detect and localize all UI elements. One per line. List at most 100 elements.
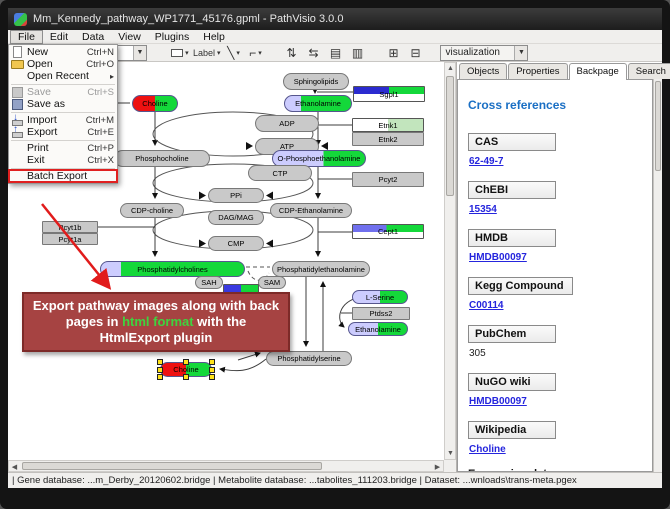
pathway-node-sphingolipids[interactable]: Sphingolipids <box>283 73 349 90</box>
pathway-node-etnk1[interactable]: Etnk1 <box>352 118 424 132</box>
pathway-node-ethanolamine[interactable]: Ethanolamine <box>348 322 408 336</box>
scroll-down-icon[interactable]: ▼ <box>445 448 456 459</box>
scroll-up-icon[interactable]: ▲ <box>445 63 456 74</box>
xref-value-nugo-wiki[interactable]: HMDB00097 <box>469 396 527 407</box>
menu-item-label: Print <box>27 142 87 154</box>
selection-handle[interactable] <box>157 367 163 373</box>
pathway-node-ppi[interactable]: PPi <box>208 188 264 203</box>
label-tool-button[interactable]: Label▾ <box>193 45 221 61</box>
sidebar-vertical-scrollbar[interactable] <box>653 79 662 472</box>
pathway-node-ctp[interactable]: CTP <box>248 165 312 181</box>
pathway-node-cdp-choline[interactable]: CDP-choline <box>120 203 184 218</box>
canvas-hscroll-thumb[interactable] <box>22 462 322 470</box>
menubar-item-edit[interactable]: Edit <box>43 30 75 44</box>
menubar-item-file[interactable]: File <box>10 30 43 44</box>
xref-value-kegg-compound[interactable]: C00114 <box>469 300 503 311</box>
pathway-node-ptdss2[interactable]: Ptdss2 <box>352 307 410 320</box>
sidebar-vscroll-thumb[interactable] <box>655 81 661 171</box>
common-height-button[interactable]: ⊟ <box>406 45 424 61</box>
selection-handle[interactable] <box>157 359 163 365</box>
selection-handle[interactable] <box>183 374 189 380</box>
pathway-node-choline[interactable]: Choline <box>132 95 178 112</box>
visualization-dropdown-arrow-icon[interactable]: ▼ <box>514 46 527 60</box>
menu-item-label: Open <box>27 58 86 70</box>
selection-handle[interactable] <box>209 359 215 365</box>
file-menu-item-open-recent[interactable]: Open Recent▸ <box>9 70 117 82</box>
pathway-node-phosphatidylcholines[interactable]: Phosphatidylcholines <box>100 261 245 277</box>
file-menu-item-exit[interactable]: ExitCtrl+X <box>9 154 117 166</box>
pathway-node-etnk2[interactable]: Etnk2 <box>352 132 424 146</box>
pathway-node-pcyt1a[interactable]: Pcyt1a <box>42 233 98 245</box>
pathway-node-phosphocholine[interactable]: Phosphocholine <box>114 150 210 167</box>
stack-rows-button[interactable]: ▤ <box>326 45 344 61</box>
pathway-node-cdp-ethanolamine[interactable]: CDP-Ethanolamine <box>270 203 352 218</box>
menubar-item-help[interactable]: Help <box>196 30 232 44</box>
visualization-combobox[interactable]: visualization ▼ <box>440 45 528 61</box>
selection-handle[interactable] <box>209 367 215 373</box>
pathway-node-sam[interactable]: SAM <box>258 276 286 289</box>
pathway-node-cmp[interactable]: CMP <box>208 236 264 251</box>
tab-search[interactable]: Search <box>628 63 670 79</box>
align-horizontal-center-button[interactable]: ⇆ <box>304 45 322 61</box>
pathway-node-sah[interactable]: SAH <box>195 276 223 289</box>
menu-item-label: Save <box>27 86 87 98</box>
menubar-item-plugins[interactable]: Plugins <box>148 30 196 44</box>
common-size-button[interactable]: ⊞ <box>384 45 402 61</box>
scroll-left-icon[interactable]: ◀ <box>9 461 20 472</box>
zoom-dropdown-arrow-icon[interactable]: ▼ <box>133 46 146 60</box>
xref-value-chebi[interactable]: 15354 <box>469 204 497 215</box>
pathway-node-pcyt2[interactable]: Pcyt2 <box>352 172 424 187</box>
menubar-item-data[interactable]: Data <box>75 30 111 44</box>
selection-handle[interactable] <box>209 374 215 380</box>
pathway-node-dag-mag[interactable]: DAG/MAG <box>208 210 264 225</box>
menu-item-shortcut: Ctrl+N <box>87 47 114 58</box>
connector-tool-button[interactable]: ⌐▾ <box>246 45 264 61</box>
stack-columns-button[interactable]: ▥ <box>348 45 366 61</box>
selection-handle[interactable] <box>157 374 163 380</box>
file-menu-item-batch-export[interactable]: Batch Export <box>9 170 117 182</box>
xref-value-wikipedia[interactable]: Choline <box>469 444 506 455</box>
scroll-right-icon[interactable]: ▶ <box>432 461 443 472</box>
size-width-icon: ⊞ <box>388 47 398 59</box>
menu-item-label: Save as <box>27 98 114 110</box>
new-document-icon <box>9 46 24 58</box>
line-icon: ╲ <box>227 47 234 59</box>
visualization-value: visualization <box>445 47 499 58</box>
xref-value-hmdb[interactable]: HMDB00097 <box>469 252 527 263</box>
xref-value-cas[interactable]: 62-49-7 <box>469 156 503 167</box>
menu-item-label: Open Recent <box>27 70 110 82</box>
canvas-vertical-scrollbar[interactable]: ▲ ▼ <box>444 62 456 460</box>
file-menu-item-print[interactable]: PrintCtrl+P <box>9 142 117 154</box>
align-vertical-center-button[interactable]: ⇅ <box>282 45 300 61</box>
backpage-panel: Cross references CAS62-49-7ChEBI15354HMD… <box>457 79 653 472</box>
menu-item-icon-blank <box>9 70 24 82</box>
pathway-node-phosphatidylserine[interactable]: Phosphatidylserine <box>266 351 352 366</box>
file-menu-item-export[interactable]: ExportCtrl+E <box>9 126 117 138</box>
pathway-node-sgpl1[interactable]: Sgpl1 <box>353 86 425 102</box>
file-menu-item-save-as[interactable]: Save as <box>9 98 117 110</box>
menubar-item-view[interactable]: View <box>111 30 148 44</box>
pathvisio-window: Mm_Kennedy_pathway_WP1771_45176.gpml - P… <box>0 0 670 509</box>
line-tool-button[interactable]: ╲▾ <box>224 45 242 61</box>
file-menu-item-open[interactable]: OpenCtrl+O <box>9 58 117 70</box>
pathway-node-adp[interactable]: ADP <box>255 115 319 132</box>
tab-properties[interactable]: Properties <box>508 63 567 79</box>
xref-source-kegg-compound: Kegg Compound <box>468 277 573 295</box>
cross-reference-list: CAS62-49-7ChEBI15354HMDBHMDB00097Kegg Co… <box>468 132 652 455</box>
file-menu-item-new[interactable]: NewCtrl+N <box>9 46 117 58</box>
pathway-node-pcyt1b[interactable]: Pcyt1b <box>42 221 98 233</box>
pathway-node-cept1[interactable]: Cept1 <box>352 224 424 239</box>
file-menu-item-import[interactable]: ImportCtrl+M <box>9 114 117 126</box>
title-bar[interactable]: Mm_Kennedy_pathway_WP1771_45176.gpml - P… <box>8 8 662 30</box>
tab-backpage[interactable]: Backpage <box>569 63 627 80</box>
selection-handle[interactable] <box>183 359 189 365</box>
canvas-horizontal-scrollbar[interactable]: ◀ ▶ <box>8 460 444 472</box>
pathway-node-ethanolamine[interactable]: Ethanolamine <box>284 95 352 112</box>
datanode-tool-button[interactable]: ▾ <box>171 45 189 61</box>
file-menu-item-save: SaveCtrl+S <box>9 86 117 98</box>
tab-objects[interactable]: Objects <box>459 63 507 79</box>
canvas-vscroll-thumb[interactable] <box>446 76 454 196</box>
pathway-node-phosphatidylethanolamine[interactable]: Phosphatidylethanolamine <box>272 261 370 277</box>
stack-columns-icon: ▥ <box>352 47 363 59</box>
pathway-node-l-serine[interactable]: L-Serine <box>352 290 408 304</box>
